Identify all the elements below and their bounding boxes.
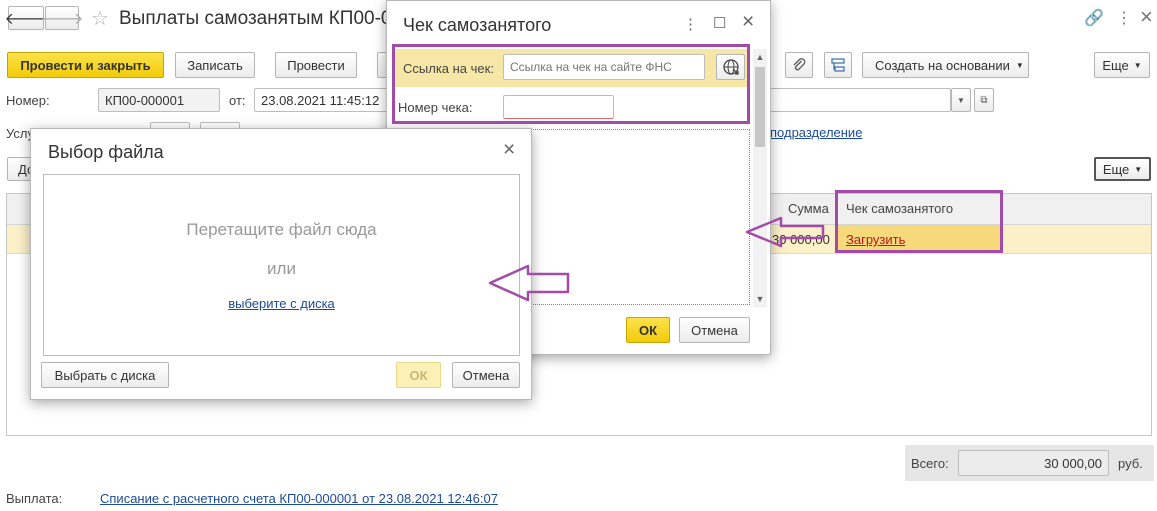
scrollbar[interactable]: ▲ ▼ [753, 49, 767, 307]
open-icon: ⧉ [980, 94, 988, 106]
create-based-on-button[interactable]: Создать на основании ▼ [862, 52, 1029, 78]
back-button[interactable]: 🡐 [5, 6, 47, 30]
annotation-arrow-left-icon [488, 264, 570, 302]
organization-open-button[interactable]: ⧉ [974, 88, 994, 112]
drop-zone[interactable]: Перетащите файл сюда или выберите с диск… [43, 174, 520, 356]
file-ok-button[interactable]: ОК [396, 362, 441, 388]
check-dialog-title: Чек самозанятого [403, 15, 552, 35]
date-field[interactable]: 23.08.2021 11:45:12 [254, 88, 389, 112]
file-cancel-button[interactable]: Отмена [452, 362, 520, 388]
scrollbar-thumb[interactable] [755, 67, 765, 147]
dropdown-arrow-icon: ▼ [957, 95, 965, 105]
drop-text: Перетащите файл сюда [186, 220, 377, 239]
attach-button[interactable] [785, 52, 813, 78]
arrow-right-icon: 🡒 [40, 10, 84, 28]
subdivision-link[interactable]: подразделение [770, 125, 862, 140]
forward-button[interactable]: 🡒 [41, 6, 83, 30]
scroll-up-icon[interactable]: ▲ [753, 49, 767, 65]
check-ok-button[interactable]: ОК [626, 317, 670, 343]
star-icon[interactable]: ☆ [91, 6, 109, 31]
table-more-button[interactable]: Еще ▼ [1094, 157, 1151, 181]
close-icon[interactable]: × [742, 10, 754, 34]
post-and-close-button[interactable]: Провести и закрыть [7, 52, 164, 78]
page-title: Выплаты самозанятым КП00-0 [119, 8, 392, 29]
close-icon[interactable]: × [1140, 4, 1153, 30]
scroll-down-icon[interactable]: ▼ [753, 291, 767, 307]
paperclip-icon [793, 58, 806, 71]
choose-from-disk-link[interactable]: выберите с диска [44, 296, 519, 311]
choose-from-disk-link-text[interactable]: выберите с диска [228, 296, 335, 311]
total-label: Всего: [911, 456, 949, 471]
or-text: или [267, 259, 296, 278]
close-icon[interactable]: × [503, 138, 515, 162]
hierarchy-icon [831, 58, 845, 72]
file-dialog: Выбор файла × Перетащите файл сюда или в… [30, 128, 532, 400]
create-based-on-label: Создать на основании [875, 57, 1010, 73]
total-field: 30 000,00 [958, 450, 1109, 476]
organization-dropdown-button[interactable]: ▼ [951, 88, 971, 112]
write-button[interactable]: Записать [175, 52, 255, 78]
organization-field[interactable] [769, 88, 951, 112]
post-button[interactable]: Провести [275, 52, 357, 78]
more-label: Еще [1102, 57, 1129, 73]
number-field[interactable]: КП00-000001 [98, 88, 220, 112]
payment-label: Выплата: [6, 491, 63, 506]
annotation-arrow-left-icon [745, 216, 825, 248]
structure-button[interactable] [824, 52, 852, 78]
check-cancel-button[interactable]: Отмена [679, 317, 750, 343]
payment-link[interactable]: Списание с расчетного счета КП00-000001 … [100, 491, 498, 506]
dropdown-arrow-icon: ▼ [1015, 60, 1024, 70]
date-label: от: [229, 93, 246, 108]
number-label: Номер: [6, 93, 50, 108]
more-menu-icon[interactable]: ⋮ [683, 15, 698, 33]
annotation-frame-check-column [835, 190, 1003, 253]
choose-from-disk-button[interactable]: Выбрать с диска [41, 362, 169, 388]
maximize-icon[interactable]: ☐ [713, 14, 726, 32]
currency-label: руб. [1118, 456, 1143, 471]
link-icon[interactable]: 🔗 [1084, 8, 1104, 28]
dropdown-arrow-icon: ▼ [1133, 60, 1142, 70]
dropdown-arrow-icon: ▼ [1134, 164, 1143, 174]
more-menu-icon[interactable]: ⋮ [1116, 8, 1132, 28]
file-dialog-title: Выбор файла [48, 142, 164, 162]
annotation-frame-link-fields [392, 44, 750, 124]
more-button[interactable]: Еще ▼ [1094, 52, 1150, 78]
table-more-label: Еще [1102, 161, 1130, 177]
